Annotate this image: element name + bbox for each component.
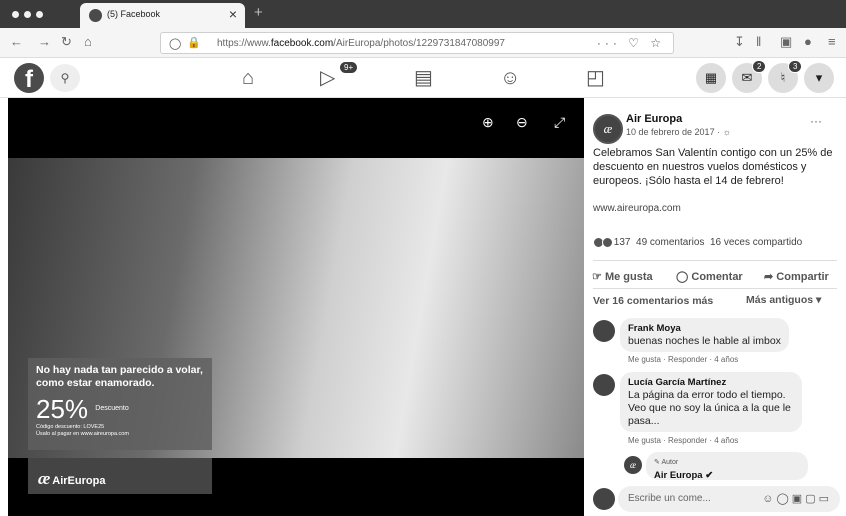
watch-badge: 9+ <box>339 61 359 74</box>
sidebar-icon[interactable]: ▣ <box>780 34 792 50</box>
tracking-shield-icon[interactable]: ◯ <box>169 37 181 50</box>
facebook-logo-icon[interactable]: f <box>14 63 44 93</box>
comment-bubble: Frank Moya buenas noches le hable al imb… <box>620 318 789 352</box>
promo-note: Úsalo al pagar en www.aireuropa.com <box>36 431 129 438</box>
promo-percent: 25% Descuento <box>36 394 129 425</box>
page-actions-icon[interactable]: ··· ♡ ☆ <box>597 36 665 50</box>
post-sidebar: æ Air Europa 10 de febrero de 2017 · ☼ ·… <box>584 98 846 516</box>
back-icon[interactable]: ← <box>10 34 23 50</box>
reply-bubble: ✎ Autor Air Europa ✔ <box>646 452 808 482</box>
shares-count[interactable]: 16 veces compartido <box>710 237 802 248</box>
user-avatar[interactable] <box>593 488 615 510</box>
air-europa-logo-icon: æ <box>38 469 51 488</box>
like-button[interactable]: ☞ Me gusta <box>592 270 653 283</box>
lock-icon[interactable]: 🔒 <box>187 36 201 49</box>
tab-title: (5) Facebook <box>107 9 161 19</box>
comment-meta[interactable]: Me gusta · Responder · 4 años <box>628 355 738 364</box>
watch-nav-icon[interactable]: ▷ <box>320 66 335 90</box>
reactions-row: 137 49 comentarios 16 veces compartido <box>593 237 802 248</box>
close-window-icon[interactable] <box>12 11 19 18</box>
marketplace-nav-icon[interactable]: ▤ <box>414 66 433 90</box>
commenter-avatar[interactable] <box>593 374 615 396</box>
reaction-count[interactable]: 137 <box>614 237 631 248</box>
photo-viewer: No hay nada tan parecido a volar, como e… <box>8 98 584 516</box>
address-bar[interactable]: ◯ 🔒 https://www.facebook.com/AirEuropa/p… <box>160 32 674 54</box>
more-options-icon[interactable]: ··· <box>810 114 822 128</box>
divider <box>593 288 837 289</box>
comment-bubble: Lucía García Martínez La página da error… <box>620 372 802 432</box>
gaming-nav-icon[interactable]: ◰ <box>586 66 605 90</box>
promo-box: No hay nada tan parecido a volar, como e… <box>28 358 212 450</box>
browser-tab[interactable]: (5) Facebook × <box>80 3 245 28</box>
comment-text: La página da error todo el tiempo. Veo q… <box>628 389 791 427</box>
home-icon[interactable]: ⌂ <box>84 34 92 50</box>
notifications-badge: 3 <box>788 60 803 73</box>
fullscreen-icon[interactable]: ⤢ <box>554 114 565 131</box>
zoom-window-icon[interactable] <box>36 11 43 18</box>
thumbs-up-icon: ☞ <box>592 271 602 283</box>
globe-icon: ☼ <box>722 127 731 137</box>
close-tab-icon[interactable]: × <box>229 6 237 22</box>
post-text: Celebramos San Valentín contigo con un 2… <box>593 147 833 187</box>
menu-icon[interactable]: ≡ <box>828 34 836 50</box>
comment-tools-icon[interactable]: ☺◯▣▢▭ <box>762 492 832 505</box>
commenter-avatar[interactable] <box>593 320 615 342</box>
post-photo[interactable]: No hay nada tan parecido a volar, como e… <box>8 158 584 494</box>
comment-input[interactable]: Escribe un come... ☺◯▣▢▭ <box>618 486 840 512</box>
zoom-in-icon[interactable]: ⊕ <box>482 114 494 131</box>
chevron-down-icon: ▾ <box>816 294 822 306</box>
reload-icon[interactable]: ↻ <box>61 34 72 50</box>
post-author[interactable]: Air Europa <box>626 113 682 125</box>
new-tab-button[interactable]: + <box>254 4 263 21</box>
title-bar: (5) Facebook × + <box>0 0 846 28</box>
comment-meta[interactable]: Me gusta · Responder · 4 años <box>628 436 738 445</box>
promo-heading: No hay nada tan parecido a volar, como e… <box>36 364 203 389</box>
promo-percent-label: Descuento <box>95 405 129 413</box>
post-date[interactable]: 10 de febrero de 2017 · ☼ <box>626 127 731 137</box>
share-button[interactable]: ➦ Compartir <box>764 270 829 283</box>
pencil-icon: ✎ <box>654 459 660 466</box>
comment-icon: ◯ <box>676 271 689 283</box>
brand-bar: æ AirEuropa <box>28 458 212 494</box>
url-text: https://www.facebook.com/AirEuropa/photo… <box>217 38 505 49</box>
downloads-icon[interactable]: ↧ <box>734 34 745 50</box>
view-more-comments[interactable]: Ver 16 comentarios más <box>593 295 713 307</box>
brand-name: AirEuropa <box>52 475 106 487</box>
love-reaction-icon <box>602 237 613 248</box>
minimize-window-icon[interactable] <box>24 11 31 18</box>
comment-text: buenas noches le hable al imbox <box>628 335 781 347</box>
library-icon[interactable]: ‖ <box>756 34 761 50</box>
share-icon: ➦ <box>764 271 774 283</box>
reply-author[interactable]: Air Europa ✔ <box>654 469 800 482</box>
sort-comments[interactable]: Más antiguos ▾ <box>746 294 821 306</box>
author-tag: ✎ Autor <box>654 459 679 466</box>
groups-nav-icon[interactable]: ☺ <box>500 66 520 90</box>
account-icon[interactable]: ● <box>804 34 812 50</box>
verified-icon: ✔ <box>705 470 714 481</box>
comment-button[interactable]: ◯ Comentar <box>676 270 743 283</box>
divider <box>593 260 837 261</box>
zoom-out-icon[interactable]: ⊖ <box>516 114 528 131</box>
forward-icon[interactable]: → <box>38 34 51 50</box>
comment-author[interactable]: Lucía García Martínez <box>628 376 794 389</box>
post-link[interactable]: www.aireuropa.com <box>593 203 681 214</box>
comment-author[interactable]: Frank Moya <box>628 322 781 335</box>
account-menu-icon[interactable]: ▾ <box>804 63 834 93</box>
search-icon[interactable]: ⚲ <box>50 64 80 92</box>
browser-window: (5) Facebook × + ← → ↻ ⌂ ◯ 🔒 https://www… <box>0 0 846 516</box>
navigation-toolbar: ← → ↻ ⌂ ◯ 🔒 https://www.facebook.com/Air… <box>0 28 846 58</box>
comments-count[interactable]: 49 comentarios <box>636 237 704 248</box>
facebook-favicon-icon <box>89 9 102 22</box>
reply-avatar[interactable]: æ <box>624 456 642 474</box>
comment-input-placeholder: Escribe un come... <box>628 493 711 504</box>
home-nav-icon[interactable]: ⌂ <box>242 66 254 90</box>
menu-grid-icon[interactable]: ▦ <box>696 63 726 93</box>
author-avatar[interactable]: æ <box>593 114 623 144</box>
messenger-badge: 2 <box>752 60 767 73</box>
facebook-header: f ⚲ ⌂ ▷ 9+ ▤ ☺ ◰ ▦ ✉ 2 ♮ 3 ▾ <box>0 58 846 98</box>
